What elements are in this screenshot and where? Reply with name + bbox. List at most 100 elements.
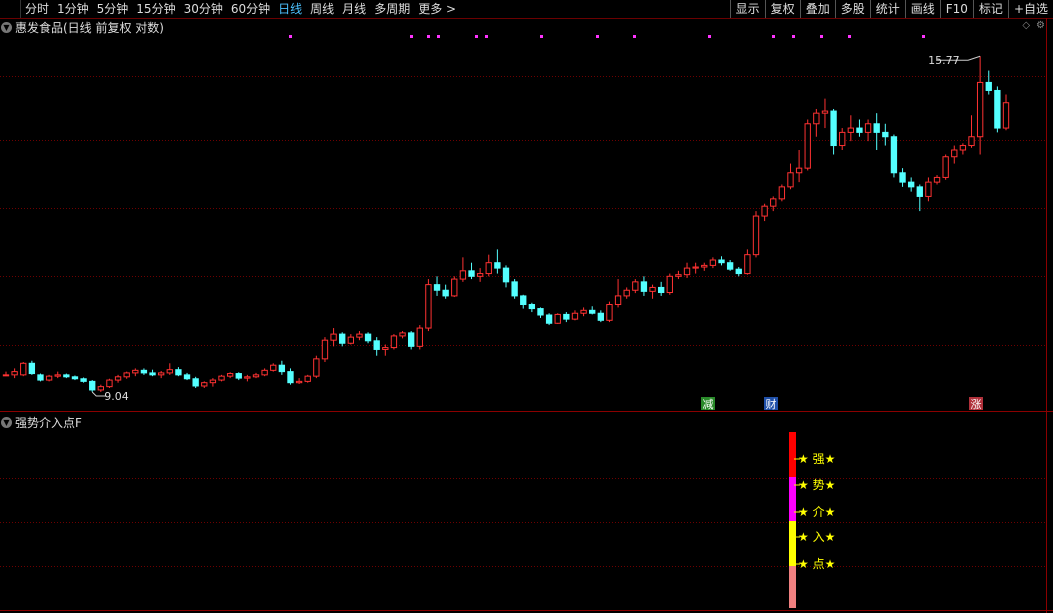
candle-body (976, 81, 984, 138)
candle-body (149, 372, 156, 376)
candle-body (864, 123, 872, 133)
candle-body (54, 374, 61, 377)
candle-body (856, 127, 863, 133)
candle-body (459, 270, 467, 280)
candle-body (132, 369, 139, 374)
candle-body (416, 327, 423, 347)
signal-dot-13 (848, 35, 851, 38)
candle-body (63, 374, 70, 378)
candle-body (11, 371, 18, 376)
candle-body (408, 332, 415, 347)
candle-body (2, 374, 10, 377)
candle-body (278, 364, 286, 373)
signal-dot-12 (820, 35, 823, 38)
signal-dot-11 (792, 35, 795, 38)
candle-body (235, 373, 242, 379)
candle-body (37, 374, 44, 381)
candle-body (295, 380, 303, 384)
candle-body (390, 335, 398, 349)
signal-dot-14 (922, 35, 925, 38)
signal-dot-6 (540, 35, 543, 38)
event-marker-2[interactable]: 涨 (971, 398, 982, 411)
candle-body (123, 372, 130, 378)
candle-body (356, 333, 363, 338)
signal-dot-9 (708, 35, 711, 38)
candle-body (528, 304, 536, 310)
candle-body (313, 358, 320, 377)
candle-body (873, 123, 880, 133)
candle-body (166, 369, 173, 374)
candle-body (511, 281, 518, 297)
candle-body (692, 266, 699, 269)
indicator-bar-segment-1 (789, 477, 796, 521)
candle-body (683, 267, 691, 276)
event-marker-1[interactable]: 财 (766, 397, 777, 411)
signal-dot-5 (485, 35, 488, 38)
signal-dot-0 (289, 35, 292, 38)
candle-body (270, 364, 277, 371)
candle-body (433, 284, 441, 291)
candle-body (658, 286, 665, 294)
candle-body (28, 362, 36, 375)
candle-body (916, 186, 923, 197)
candle-body (252, 374, 260, 378)
event-marker-0[interactable]: 减 (703, 398, 714, 411)
candle-body (640, 281, 648, 292)
candle-body (502, 267, 510, 283)
candle-body (494, 262, 501, 269)
indicator-bar-segment-2 (789, 521, 796, 566)
candle-body (701, 264, 708, 268)
candle-body (597, 312, 604, 321)
candle-body (140, 369, 148, 374)
candle-body (726, 262, 734, 270)
candle-body (925, 181, 932, 197)
signal-dot-3 (437, 35, 440, 38)
candle-body (382, 347, 389, 350)
candle-body (563, 313, 570, 320)
candle-body (226, 373, 234, 377)
candle-body (709, 259, 717, 266)
candle-body (778, 186, 786, 200)
candle-body (761, 205, 768, 217)
signal-dot-10 (772, 35, 775, 38)
candle-body (821, 110, 829, 114)
candle-body (933, 176, 941, 183)
candle-body (623, 289, 630, 297)
candle-body (339, 333, 346, 344)
candle-body (571, 312, 579, 320)
candle-body (804, 123, 811, 169)
candle-body (20, 362, 27, 376)
candle-body (813, 112, 820, 125)
indicator-label-3: ★ 入★ (798, 530, 835, 544)
candle-body (985, 81, 992, 91)
signal-dot-7 (596, 35, 599, 38)
signal-dot-4 (475, 35, 478, 38)
high-price-label: 15.77 (928, 54, 960, 67)
candle-body (89, 380, 96, 391)
candle-body (106, 379, 113, 388)
candle-body (399, 332, 406, 337)
candle-body (614, 295, 622, 306)
candle-body (261, 369, 268, 376)
kline-chart[interactable]: 15.77 9.04 减 财 涨 ★ 强★ ★ 势★ ★ 介★ ★ 入★ ★ 点★ (0, 0, 1053, 613)
candle-body (752, 215, 760, 256)
candle-body (744, 254, 751, 275)
candle-body (192, 378, 199, 387)
candle-body (537, 308, 544, 316)
candle-body (304, 375, 311, 382)
candle-body (908, 181, 915, 188)
candle-body (882, 131, 889, 138)
candle-body (959, 145, 967, 151)
candle-body (442, 289, 449, 297)
candle-body (795, 167, 803, 174)
candle-body (287, 371, 294, 384)
candle-body (520, 295, 527, 306)
candle-body (606, 304, 613, 321)
candle-body (994, 89, 1001, 129)
candle-body (718, 259, 725, 264)
candle-body (632, 281, 639, 291)
candle-body (209, 379, 217, 384)
candle-body (675, 274, 682, 277)
candle-body (80, 378, 87, 382)
candle-body (847, 127, 854, 133)
